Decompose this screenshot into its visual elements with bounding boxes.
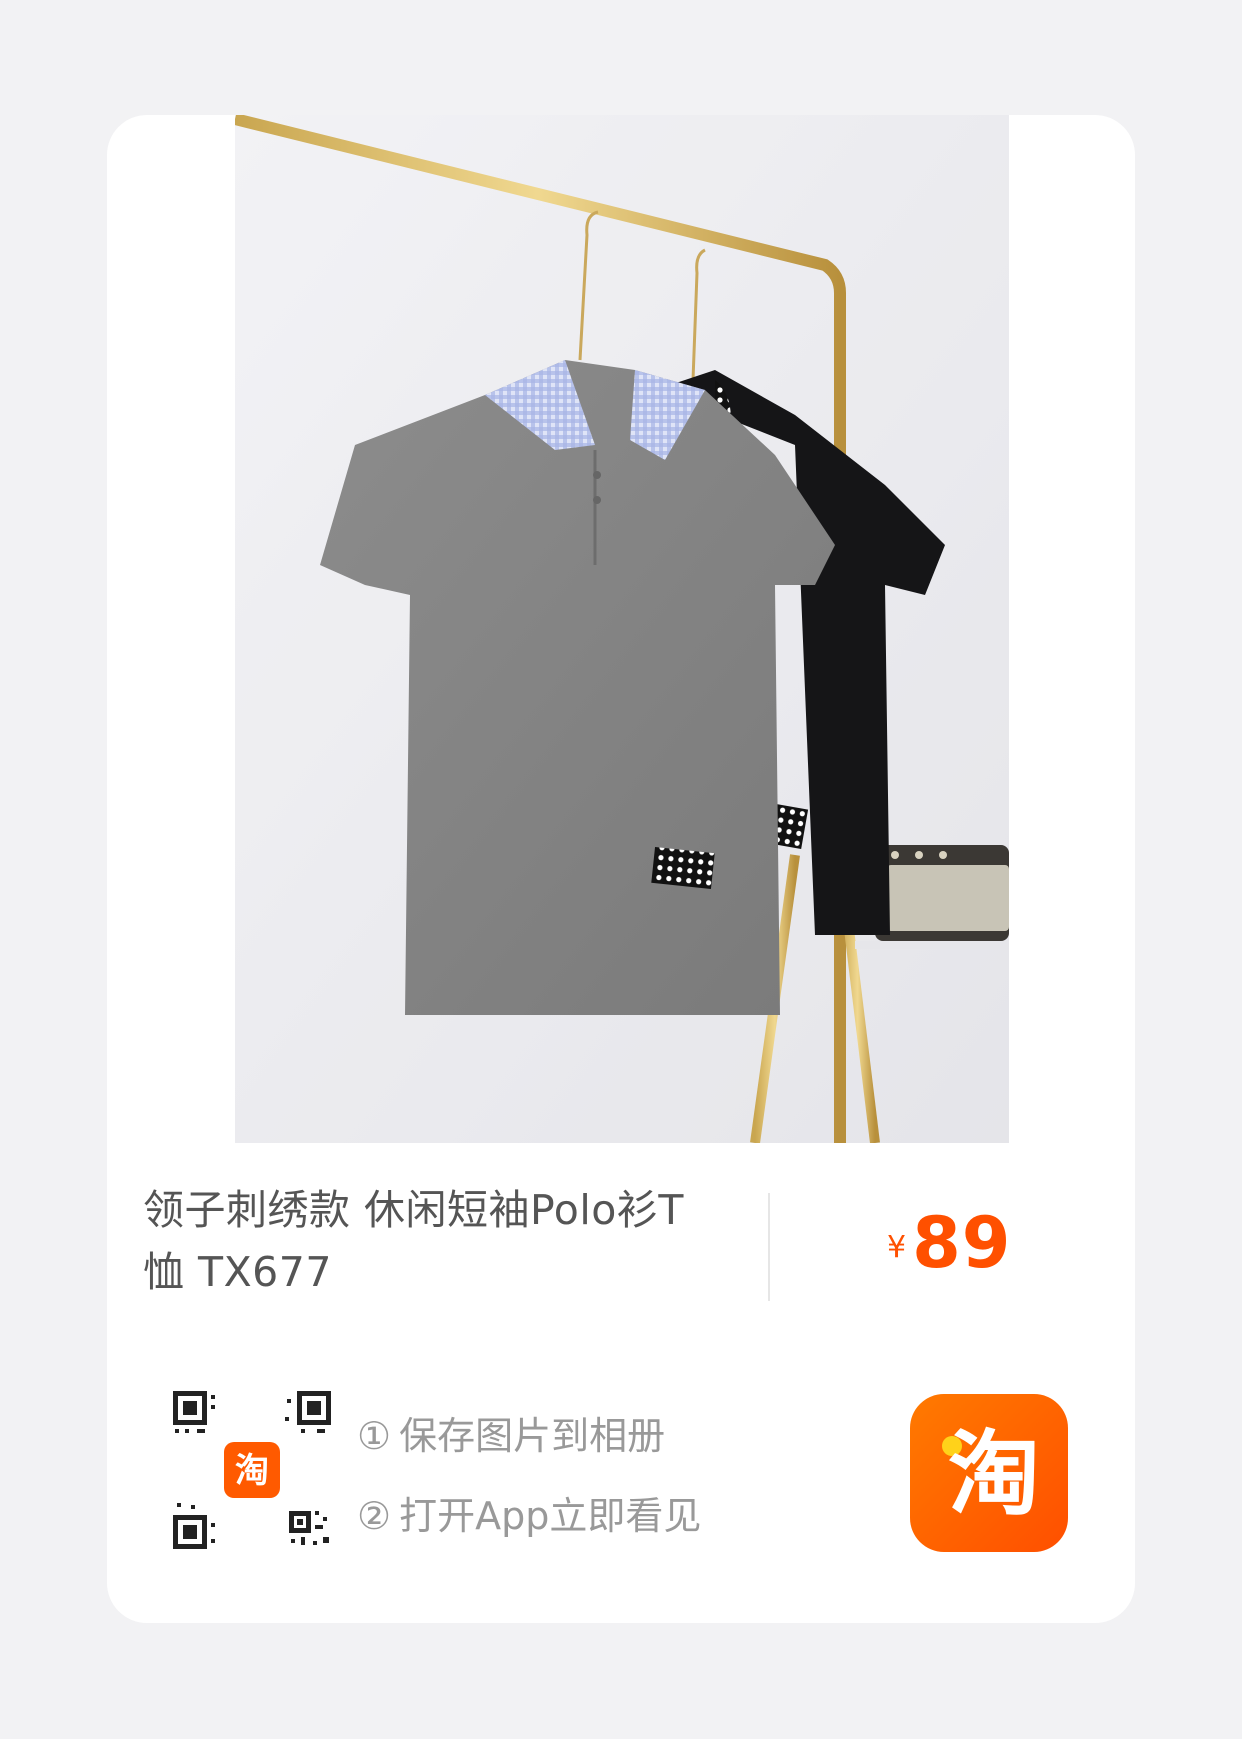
step-1-text: 保存图片到相册 [399, 1414, 666, 1458]
qr-badge-text: 淘 [235, 1451, 269, 1491]
price-amount: 89 [912, 1202, 1012, 1284]
instruction-step-1: ① 保存图片到相册 [357, 1405, 665, 1460]
price-currency: ¥ [887, 1230, 907, 1265]
divider [768, 1193, 770, 1301]
instruction-step-2: ② 打开App立即看见 [357, 1485, 701, 1540]
price: ¥89 [887, 1202, 1012, 1284]
step-2-number: ② [357, 1494, 392, 1538]
step-1-number: ① [357, 1414, 392, 1458]
taobao-logo-text: 淘 [948, 1421, 1040, 1528]
product-title: 领子刺绣款 休闲短袖Polo衫T恤 TX677 [143, 1186, 684, 1296]
product-image[interactable] [235, 115, 1009, 1143]
taobao-app-icon[interactable]: 淘 [910, 1394, 1068, 1552]
share-card: 领子刺绣款 休闲短袖Polo衫T恤 TX677 ¥89 淘 ① 保存图片到相册 … [107, 115, 1135, 1623]
step-2-text: 打开App立即看见 [399, 1494, 702, 1538]
qr-code[interactable]: 淘 [173, 1391, 339, 1557]
